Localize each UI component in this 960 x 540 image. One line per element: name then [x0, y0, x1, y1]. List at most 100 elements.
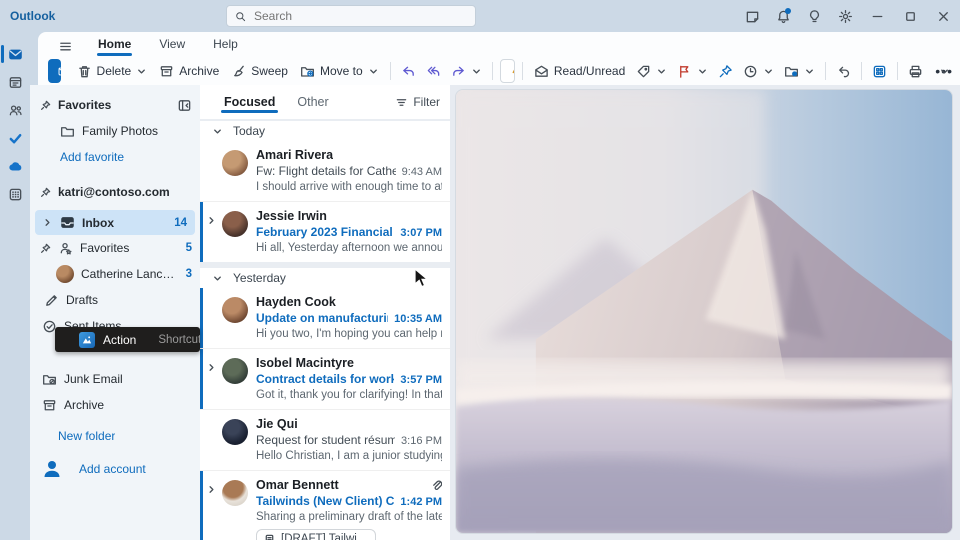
- email-row[interactable]: Jessie Irwin February 2023 Financial Res…: [200, 201, 450, 262]
- settings-gear-icon[interactable]: [830, 0, 861, 32]
- reply-all-icon: [426, 64, 441, 79]
- undo-button[interactable]: [831, 59, 856, 83]
- hamburger-menu-icon[interactable]: [52, 35, 78, 57]
- folder-settings-icon: [784, 64, 799, 79]
- print-button[interactable]: [903, 59, 928, 83]
- unread-count: 5: [186, 242, 192, 254]
- maximize-button[interactable]: [894, 0, 927, 32]
- add-account-button[interactable]: Add account: [30, 454, 200, 484]
- divider: [522, 62, 523, 80]
- email-row[interactable]: Omar Bennett Tailwinds (New Client) Cont…: [200, 470, 450, 540]
- chevron-down-icon: [368, 66, 379, 77]
- avatar: [222, 297, 248, 323]
- filter-icon: [396, 97, 407, 108]
- quick-steps-button[interactable]: Quick steps: [500, 59, 515, 83]
- search-input[interactable]: [254, 9, 467, 23]
- app-title: Outlook: [10, 9, 55, 23]
- rail-todo-icon[interactable]: [0, 124, 30, 152]
- folder-family-photos[interactable]: Family Photos: [30, 118, 200, 144]
- email-row[interactable]: Isobel Macintyre Contract details for wo…: [200, 348, 450, 409]
- mountain-photo: [455, 89, 953, 534]
- tab-home[interactable]: Home: [86, 34, 143, 57]
- add-favorite-link[interactable]: Add favorite: [30, 144, 200, 170]
- action-app-icon: [79, 332, 95, 348]
- collapse-pane-icon[interactable]: [177, 98, 192, 113]
- attachment-chip[interactable]: [DRAFT] Tailwi...: [256, 529, 376, 540]
- flag-button[interactable]: [672, 59, 713, 83]
- tab-help[interactable]: Help: [201, 34, 250, 57]
- paperclip-icon: [431, 480, 442, 491]
- email-row[interactable]: Jie Qui Request for student résumé revie…: [200, 409, 450, 470]
- divider: [390, 62, 391, 80]
- pin-icon: [40, 100, 51, 111]
- email-row[interactable]: Amari Rivera Fw: Flight details for Cath…: [200, 141, 450, 201]
- tag-icon: [636, 64, 651, 79]
- document-icon: [264, 534, 275, 540]
- people-star-icon: [58, 241, 73, 256]
- close-button[interactable]: [927, 0, 960, 32]
- delete-button[interactable]: Delete: [71, 59, 154, 83]
- collapse-ribbon-icon[interactable]: [939, 66, 950, 80]
- move-to-button[interactable]: Move to: [294, 59, 385, 83]
- chevron-right-icon[interactable]: [42, 217, 53, 228]
- chevron-down-icon: [804, 66, 815, 77]
- apps-grid-icon: [872, 64, 887, 79]
- chevron-down-icon: [763, 66, 774, 77]
- rail-more-apps-icon[interactable]: [0, 180, 30, 208]
- new-folder-link[interactable]: New folder: [30, 423, 200, 449]
- tips-lightbulb-icon[interactable]: [799, 0, 830, 32]
- inbox-icon: [60, 215, 75, 230]
- email-row[interactable]: Hayden Cook Update on manufacturing plan…: [200, 288, 450, 348]
- rail-people-icon[interactable]: [0, 96, 30, 124]
- tab-other[interactable]: Other: [297, 89, 328, 115]
- divider: [825, 62, 826, 80]
- folder-junk-email[interactable]: Junk Email: [30, 366, 200, 392]
- minimize-button[interactable]: [861, 0, 894, 32]
- rail-onedrive-icon[interactable]: [0, 152, 30, 180]
- rules-button[interactable]: [779, 59, 820, 83]
- sticky-note-icon[interactable]: [737, 0, 768, 32]
- trash-icon: [77, 64, 92, 79]
- undo-icon: [836, 64, 851, 79]
- reply-all-button[interactable]: [421, 59, 446, 83]
- search-box[interactable]: [226, 5, 476, 27]
- unread-indicator: [200, 202, 203, 262]
- folder-inbox[interactable]: Inbox 14: [35, 210, 195, 235]
- favorites-section-header[interactable]: Favorites: [30, 92, 200, 118]
- account-section-header[interactable]: katri@contoso.com: [30, 179, 200, 205]
- group-header-today[interactable]: Today: [200, 121, 450, 141]
- keytip-tooltip: Action Shortcut text: [55, 327, 200, 352]
- avatar: [222, 419, 248, 445]
- rail-mail-icon[interactable]: [0, 40, 30, 68]
- pin-icon: [40, 187, 51, 198]
- expand-thread-icon[interactable]: [206, 478, 216, 540]
- search-icon: [235, 11, 246, 22]
- avatar: [222, 480, 248, 506]
- reply-button[interactable]: [396, 59, 421, 83]
- add-account-icon: [42, 459, 62, 479]
- folder-favorites-people[interactable]: Favorites 5: [30, 235, 200, 261]
- tab-view[interactable]: View: [147, 34, 197, 57]
- folder-pane: Favorites Family Photos Add favorite kat…: [30, 85, 200, 540]
- sweep-button[interactable]: Sweep: [225, 59, 294, 83]
- folder-drafts[interactable]: Drafts: [30, 287, 200, 313]
- group-header-yesterday[interactable]: Yesterday: [200, 268, 450, 288]
- tab-focused[interactable]: Focused: [224, 89, 275, 115]
- new-mail-button[interactable]: New Mail: [48, 59, 61, 83]
- snooze-button[interactable]: [738, 59, 779, 83]
- archive-button[interactable]: Archive: [153, 59, 225, 83]
- app-nav-rail: [0, 32, 30, 540]
- read-unread-button[interactable]: Read/Unread: [528, 59, 631, 83]
- tag-button[interactable]: [631, 59, 672, 83]
- pin-button[interactable]: [713, 59, 738, 83]
- folder-archive[interactable]: Archive: [30, 392, 200, 418]
- folder-catherine[interactable]: Catherine Lanco... 3: [30, 261, 200, 287]
- notifications-icon[interactable]: [768, 0, 799, 32]
- rail-calendar-icon[interactable]: [0, 68, 30, 96]
- divider: [492, 62, 493, 80]
- forward-button[interactable]: [446, 59, 487, 83]
- filter-button[interactable]: Filter: [396, 95, 440, 109]
- expand-thread-icon[interactable]: [206, 209, 216, 254]
- apps-button[interactable]: [867, 59, 892, 83]
- expand-thread-icon[interactable]: [206, 356, 216, 401]
